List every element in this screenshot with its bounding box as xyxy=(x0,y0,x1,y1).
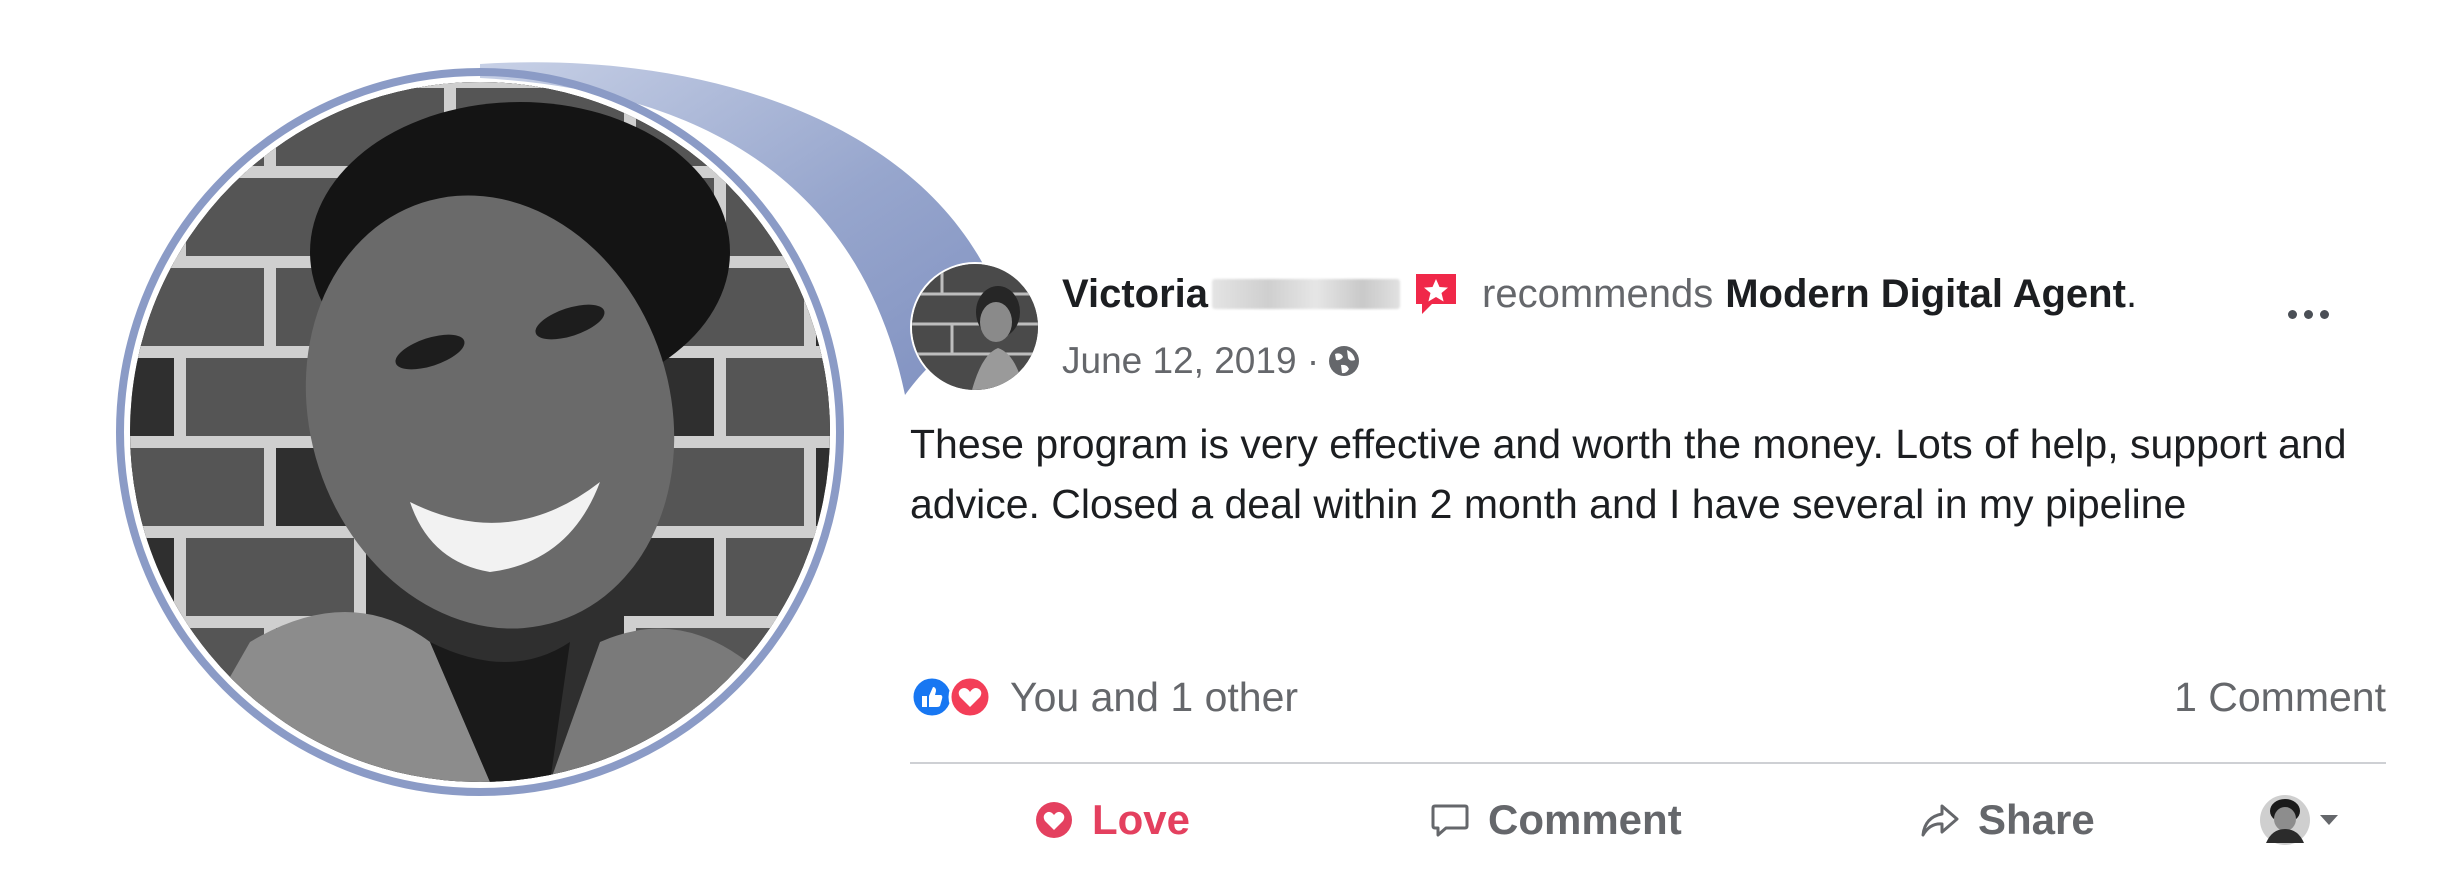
author-avatar[interactable] xyxy=(910,262,1040,392)
reactions-row: You and 1 other 1 Comment xyxy=(910,662,2386,732)
comment-button-label: Comment xyxy=(1488,796,1682,843)
love-reaction-icon xyxy=(948,675,992,719)
share-button-label: Share xyxy=(1978,796,2095,843)
profile-photo-large xyxy=(130,82,830,782)
author-name-link[interactable]: Victoria xyxy=(1062,272,1208,317)
globe-icon xyxy=(1327,344,1361,378)
author-avatar-image xyxy=(912,264,1038,390)
post-body: These program is very effective and wort… xyxy=(910,421,2347,527)
post-date-link[interactable]: June 12, 2019 · xyxy=(1062,340,1319,382)
comment-bubble-icon xyxy=(1431,804,1469,837)
share-arrow-icon xyxy=(1921,804,1959,837)
user-avatar xyxy=(2260,795,2310,845)
post-header: Victoria recommends Modern Digital Agent… xyxy=(1062,270,2137,318)
reaction-icons[interactable]: You and 1 other xyxy=(910,674,1298,721)
post-meta: June 12, 2019 · xyxy=(1062,340,1361,382)
portrait-illustration xyxy=(130,82,830,782)
reaction-summary[interactable]: You and 1 other xyxy=(1010,674,1298,721)
action-bar: Love Comment Share xyxy=(910,772,2386,860)
page-name-link[interactable]: Modern Digital Agent xyxy=(1725,272,2126,317)
heart-outline-icon xyxy=(1036,802,1072,838)
comment-count-link[interactable]: 1 Comment xyxy=(2174,674,2386,721)
caret-down-icon xyxy=(2320,815,2338,825)
reaction-identity-selector[interactable] xyxy=(2258,780,2346,860)
share-button[interactable]: Share xyxy=(1920,780,2095,860)
comment-button[interactable]: Comment xyxy=(1430,780,1682,860)
love-button-label: Love xyxy=(1092,796,1191,843)
redacted-surname xyxy=(1212,279,1400,309)
love-button[interactable]: Love xyxy=(1034,780,1190,860)
action-divider xyxy=(910,762,2386,764)
page-name-suffix: . xyxy=(2125,271,2138,316)
more-options-icon[interactable] xyxy=(2272,292,2344,336)
recommends-text: recommends xyxy=(1482,271,1714,316)
star-badge-icon xyxy=(1412,270,1460,318)
